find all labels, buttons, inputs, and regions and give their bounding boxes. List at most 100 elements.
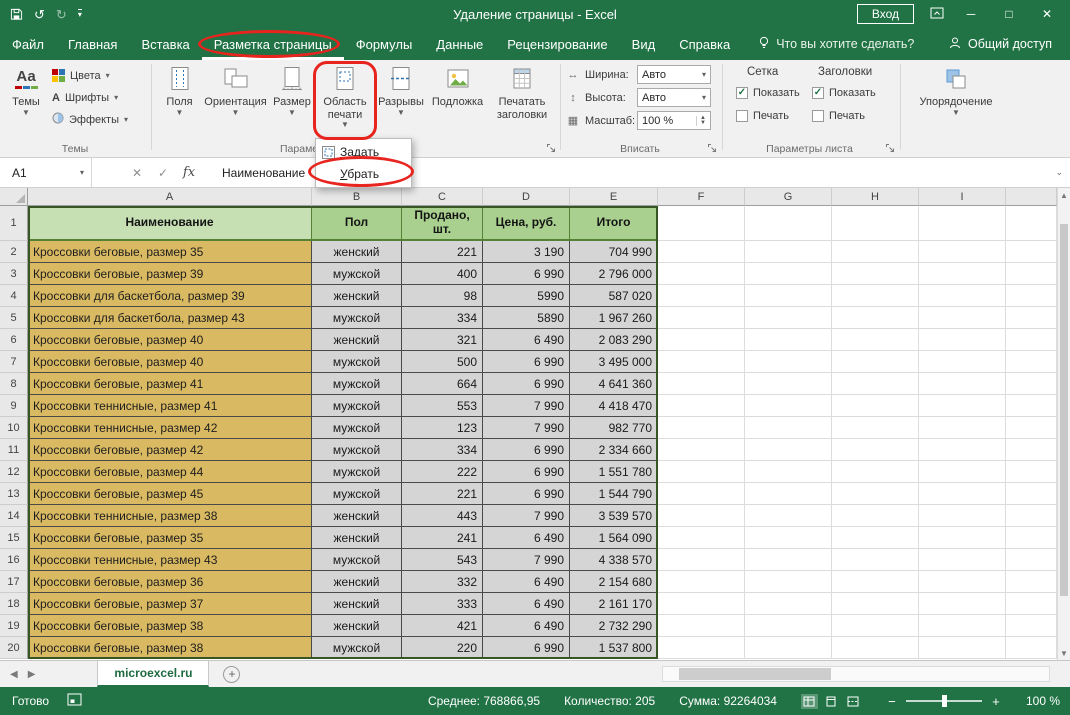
empty-cell[interactable] xyxy=(1006,417,1057,439)
cell[interactable]: 3 495 000 xyxy=(570,351,658,373)
column-header-G[interactable]: G xyxy=(745,188,832,206)
empty-cell[interactable] xyxy=(1006,241,1057,263)
empty-cell[interactable] xyxy=(832,263,919,285)
empty-cell[interactable] xyxy=(658,351,745,373)
fit-height-combo[interactable]: Авто▾ xyxy=(637,88,711,107)
cell[interactable]: 2 796 000 xyxy=(570,263,658,285)
cell[interactable]: 332 xyxy=(402,571,483,593)
empty-cell[interactable] xyxy=(832,206,919,241)
empty-cell[interactable] xyxy=(832,527,919,549)
zoom-slider-thumb[interactable] xyxy=(942,695,947,707)
empty-cell[interactable] xyxy=(1006,439,1057,461)
maximize-button[interactable]: □ xyxy=(998,7,1020,21)
select-all-corner[interactable] xyxy=(0,188,28,206)
empty-cell[interactable] xyxy=(832,373,919,395)
cell[interactable]: Кроссовки для баскетбола, размер 39 xyxy=(28,285,312,307)
column-header-D[interactable]: D xyxy=(483,188,570,206)
row-header-13[interactable]: 13 xyxy=(0,483,28,505)
cell[interactable]: 221 xyxy=(402,483,483,505)
row-header-20[interactable]: 20 xyxy=(0,637,28,659)
cell[interactable]: Кроссовки теннисные, размер 43 xyxy=(28,549,312,571)
empty-cell[interactable] xyxy=(832,285,919,307)
empty-cell[interactable] xyxy=(919,615,1006,637)
ribbon-tab-3[interactable]: Вставка xyxy=(129,28,201,60)
cell[interactable]: 6 490 xyxy=(483,329,570,351)
cell[interactable]: мужской xyxy=(312,461,402,483)
cell[interactable]: 321 xyxy=(402,329,483,351)
gridlines-print-checkbox[interactable]: Печать xyxy=(736,110,789,122)
column-header-H[interactable]: H xyxy=(832,188,919,206)
cell[interactable]: мужской xyxy=(312,483,402,505)
horizontal-scrollbar-thumb[interactable] xyxy=(679,668,831,680)
chevron-down-icon[interactable]: ▾ xyxy=(80,169,84,177)
cell[interactable]: 6 990 xyxy=(483,373,570,395)
cell[interactable]: 4 641 360 xyxy=(570,373,658,395)
theme-effects-button[interactable]: Эффекты▾ xyxy=(52,109,128,130)
empty-cell[interactable] xyxy=(745,351,832,373)
empty-cell[interactable] xyxy=(832,417,919,439)
empty-cell[interactable] xyxy=(832,439,919,461)
cell[interactable]: Кроссовки теннисные, размер 41 xyxy=(28,395,312,417)
empty-cell[interactable] xyxy=(832,395,919,417)
cell[interactable]: Кроссовки беговые, размер 41 xyxy=(28,373,312,395)
cell[interactable]: 7 990 xyxy=(483,505,570,527)
expand-formula-bar-icon[interactable]: ⌄ xyxy=(1055,167,1063,178)
empty-cell[interactable] xyxy=(919,285,1006,307)
empty-cell[interactable] xyxy=(745,571,832,593)
cell[interactable]: 4 418 470 xyxy=(570,395,658,417)
menu-item-clear-print-area[interactable]: Убрать xyxy=(316,163,411,185)
scroll-down-icon[interactable]: ▼ xyxy=(1058,646,1070,660)
empty-cell[interactable] xyxy=(832,549,919,571)
empty-cell[interactable] xyxy=(1006,373,1057,395)
cell[interactable]: Кроссовки беговые, размер 40 xyxy=(28,351,312,373)
page-setup-dialog-launcher-icon[interactable] xyxy=(546,143,558,155)
empty-cell[interactable] xyxy=(919,439,1006,461)
empty-cell[interactable] xyxy=(658,241,745,263)
cell[interactable]: 2 732 290 xyxy=(570,615,658,637)
empty-cell[interactable] xyxy=(832,241,919,263)
empty-cell[interactable] xyxy=(658,615,745,637)
empty-cell[interactable] xyxy=(745,285,832,307)
margins-button[interactable]: Поля ▼ xyxy=(156,63,203,139)
column-header-E[interactable]: E xyxy=(570,188,658,206)
cell[interactable]: 587 020 xyxy=(570,285,658,307)
empty-cell[interactable] xyxy=(658,593,745,615)
empty-cell[interactable] xyxy=(1006,483,1057,505)
empty-cell[interactable] xyxy=(1006,263,1057,285)
close-button[interactable]: ✕ xyxy=(1036,7,1058,21)
empty-cell[interactable] xyxy=(919,593,1006,615)
scale-dialog-launcher-icon[interactable] xyxy=(707,143,719,155)
page-layout-view-icon[interactable] xyxy=(823,694,840,709)
empty-cell[interactable] xyxy=(832,329,919,351)
print-titles-button[interactable]: Печатать заголовки xyxy=(488,63,556,139)
customize-qat-icon[interactable]: ▾ xyxy=(78,9,82,19)
cell[interactable]: 6 490 xyxy=(483,571,570,593)
theme-fonts-button[interactable]: А Шрифты▾ xyxy=(52,87,118,108)
empty-cell[interactable] xyxy=(745,417,832,439)
ribbon-tab-5[interactable]: Формулы xyxy=(344,28,425,60)
empty-cell[interactable] xyxy=(832,505,919,527)
gridlines-show-checkbox[interactable]: Показать xyxy=(736,87,800,99)
insert-function-button[interactable]: fx xyxy=(178,165,200,180)
table-header-cell[interactable]: Цена, руб. xyxy=(483,206,570,241)
empty-cell[interactable] xyxy=(832,593,919,615)
column-header-A[interactable]: A xyxy=(28,188,312,206)
row-header-17[interactable]: 17 xyxy=(0,571,28,593)
empty-cell[interactable] xyxy=(745,439,832,461)
orientation-button[interactable]: Ориентация ▼ xyxy=(205,63,266,139)
macro-record-icon[interactable] xyxy=(67,693,82,709)
empty-cell[interactable] xyxy=(1006,571,1057,593)
row-header-14[interactable]: 14 xyxy=(0,505,28,527)
menu-item-set-print-area[interactable]: Задать xyxy=(316,141,411,163)
empty-cell[interactable] xyxy=(919,307,1006,329)
themes-button[interactable]: Аа Темы ▼ xyxy=(6,63,46,139)
cell[interactable]: 443 xyxy=(402,505,483,527)
fit-width-combo[interactable]: Авто▾ xyxy=(637,65,711,84)
empty-cell[interactable] xyxy=(832,637,919,659)
empty-cell[interactable] xyxy=(919,206,1006,241)
empty-cell[interactable] xyxy=(745,461,832,483)
empty-cell[interactable] xyxy=(919,461,1006,483)
vertical-scrollbar-thumb[interactable] xyxy=(1060,224,1068,596)
name-box[interactable]: A1 ▾ xyxy=(0,158,92,187)
cell[interactable]: 334 xyxy=(402,307,483,329)
